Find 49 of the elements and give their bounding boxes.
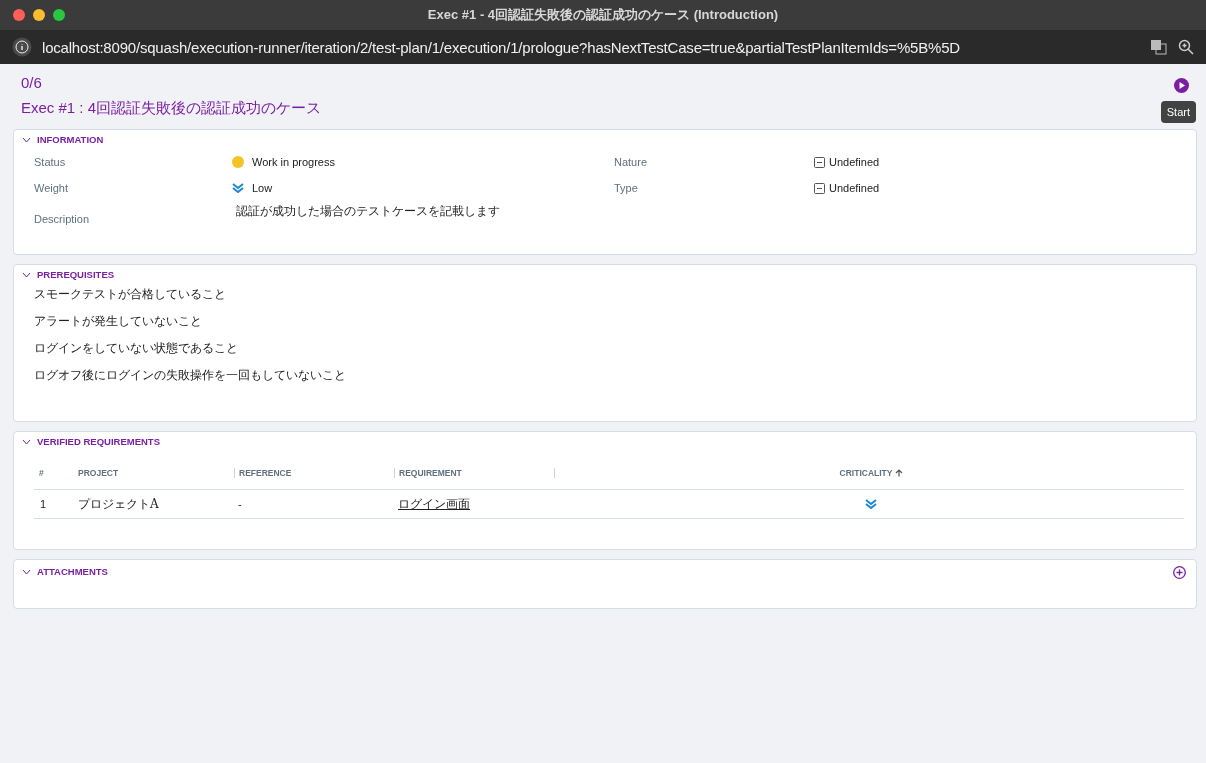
section-title: INFORMATION xyxy=(37,134,104,145)
prerequisite-text: ログオフ後にログインの失敗操作を一回もしていないこと xyxy=(34,367,346,384)
section-title: PREREQUISITES xyxy=(37,269,115,280)
chevron-down-icon[interactable] xyxy=(22,568,31,575)
close-button[interactable] xyxy=(13,9,25,21)
section-title: VERIFIED REQUIREMENTS xyxy=(37,436,160,447)
chevron-down-icon[interactable] xyxy=(22,271,31,278)
progress-counter: 0/6 xyxy=(21,74,42,91)
tooltip: Start xyxy=(1160,101,1196,123)
zoom-icon[interactable] xyxy=(1178,39,1194,55)
double-chevron-down-icon xyxy=(232,183,244,193)
minus-square-icon xyxy=(814,182,825,194)
column-header[interactable]: PROJECT xyxy=(74,468,234,478)
minus-square-icon xyxy=(814,156,825,168)
prerequisite-text: アラートが発生していないこと xyxy=(34,313,202,330)
field-value: Low xyxy=(252,182,273,194)
field-value: Undefined xyxy=(829,182,880,194)
minimize-button[interactable] xyxy=(33,9,45,21)
field-value: Work in progress xyxy=(252,156,335,168)
column-header[interactable]: REFERENCE xyxy=(234,468,394,478)
window-title: Exec #1 - 4回認証失敗後の認証成功のケース (Introduction) xyxy=(426,6,780,24)
requirement-link[interactable]: ログイン画面 xyxy=(398,495,470,513)
field-label: Weight xyxy=(34,181,70,196)
url-text[interactable]: localhost:8090/squash/execution-runner/iteration/2/test-plan/1/execution/1/prologue?hasNextTestCase=true&partialTestPlanItemIds=%5B%5D xyxy=(42,38,1140,56)
info-icon[interactable] xyxy=(12,37,32,57)
start-button[interactable] xyxy=(1174,78,1189,93)
add-circle-icon[interactable] xyxy=(1173,566,1186,579)
table-cell-text: - xyxy=(237,498,243,510)
field-value: 認証が成功した場合のテストケースを記載します xyxy=(236,203,500,220)
section-title: ATTACHMENTS xyxy=(37,566,108,577)
chevron-down-icon[interactable] xyxy=(22,136,31,143)
sort-arrow-icon[interactable] xyxy=(895,469,904,477)
table-cell-text: 1 xyxy=(39,498,48,510)
field-label: Nature xyxy=(614,155,649,170)
prerequisite-text: ログインをしていない状態であること xyxy=(34,340,238,357)
field-label: Type xyxy=(614,181,639,196)
column-header[interactable]: # xyxy=(34,468,74,478)
field-label: Status xyxy=(34,155,67,170)
column-header[interactable]: CRITICALITY xyxy=(554,468,1184,478)
zoom-button[interactable] xyxy=(53,9,65,21)
column-header[interactable]: REQUIREMENT xyxy=(394,468,554,478)
field-label: Description xyxy=(34,212,91,225)
execution-heading: Exec #1 : 4回認証失敗後の認証成功のケース xyxy=(20,98,323,118)
translate-icon[interactable] xyxy=(1150,39,1168,55)
chevron-down-icon[interactable] xyxy=(22,438,31,445)
double-chevron-down-icon xyxy=(865,499,877,509)
field-value: Undefined xyxy=(829,156,880,168)
table-cell-text: プロジェクトA xyxy=(77,495,160,513)
prerequisite-text: スモークテストが合格していること xyxy=(34,286,226,303)
